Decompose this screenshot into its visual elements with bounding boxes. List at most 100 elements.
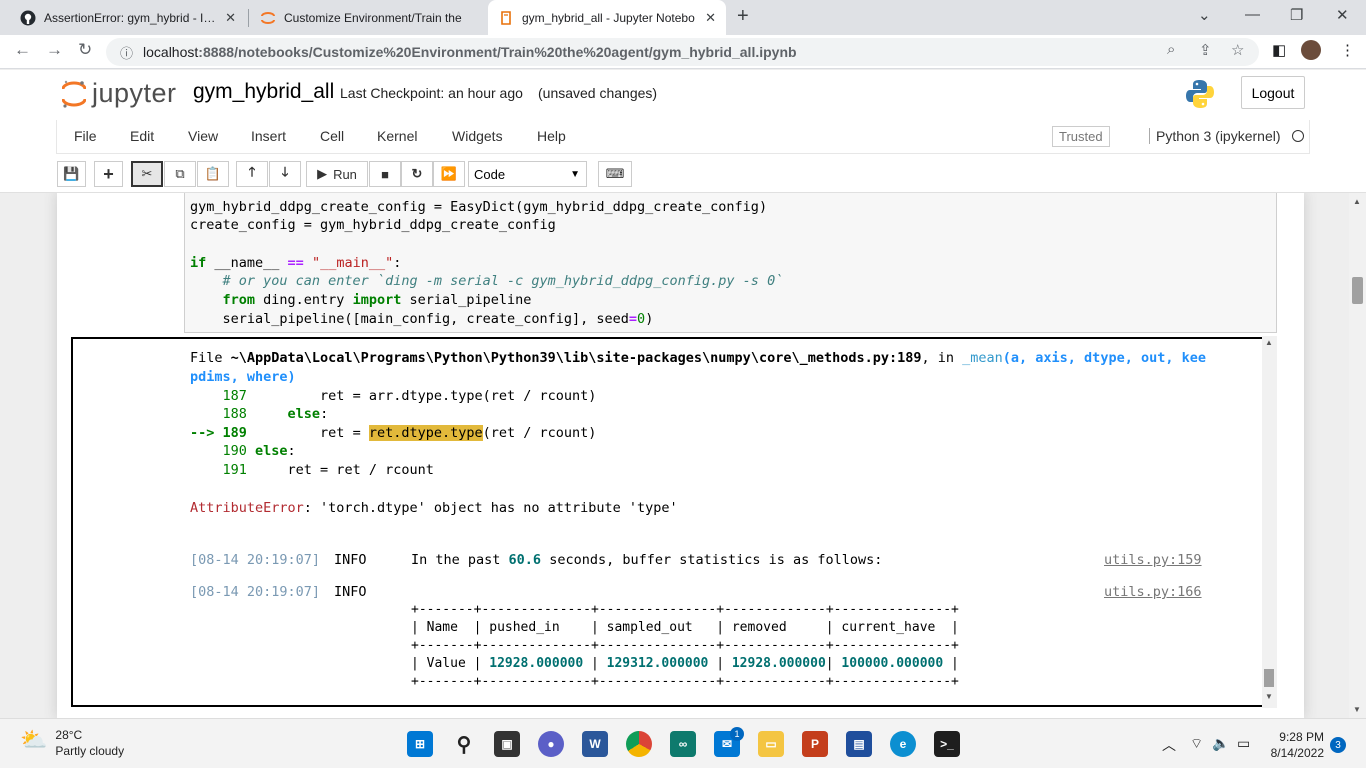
site-info-icon[interactable]: ⓘ xyxy=(120,43,133,62)
chevron-up-icon[interactable]: ︿ xyxy=(1162,735,1176,755)
close-window-icon[interactable]: ✕ xyxy=(1336,6,1349,24)
close-icon[interactable]: ✕ xyxy=(225,10,236,26)
scroll-down-arrow-icon[interactable]: ▼ xyxy=(1353,705,1361,714)
code-comment: # or you can enter `ding -m serial -c gy… xyxy=(190,273,784,289)
line-number: 190 xyxy=(222,443,247,459)
forward-arrow-icon[interactable]: → xyxy=(46,40,63,60)
menu-widgets[interactable]: Widgets xyxy=(452,128,503,144)
line-number: 187 xyxy=(222,388,247,404)
word-icon[interactable]: W xyxy=(582,731,608,757)
wifi-icon[interactable]: ⌔ xyxy=(1190,735,1203,753)
command-palette-button[interactable]: ⌨ xyxy=(598,161,632,187)
move-up-button[interactable]: 🡑 xyxy=(236,161,268,187)
tab-customize-env[interactable]: Customize Environment/Train the xyxy=(250,0,486,35)
traceback-line: 191 ret = ret / rcount xyxy=(190,462,434,478)
kernel-name: Python 3 (ipykernel) xyxy=(1149,128,1281,144)
move-down-button[interactable]: 🡓 xyxy=(269,161,301,187)
log-level: INFO xyxy=(334,552,367,568)
menu-kebab-icon[interactable]: ⋮ xyxy=(1340,41,1355,59)
play-icon: ▶ xyxy=(317,166,328,181)
new-tab-plus-icon[interactable]: + xyxy=(737,5,749,28)
scrollbar-thumb[interactable] xyxy=(1264,669,1274,687)
code-cell[interactable]: gym_hybrid_ddpg_create_config = EasyDict… xyxy=(184,193,1277,333)
notification-badge[interactable]: 3 xyxy=(1330,737,1346,753)
side-panel-icon[interactable]: ◧ xyxy=(1272,41,1286,59)
browser-toolbar: ← → ↻ ⓘ localhost:8888/notebooks/Customi… xyxy=(0,35,1366,69)
table-cell: 12928.000000 xyxy=(489,656,584,671)
checkpoint-status: Last Checkpoint: an hour ago xyxy=(340,85,523,101)
scroll-up-arrow-icon[interactable]: ▲ xyxy=(1353,197,1361,206)
windows-start-icon[interactable]: ⊞ xyxy=(407,731,433,757)
menu-file[interactable]: File xyxy=(74,128,97,144)
reload-icon[interactable]: ↻ xyxy=(78,40,92,60)
traceback-line: 190 else: xyxy=(190,443,296,459)
table-border: +-------+--------------+---------------+… xyxy=(411,638,959,653)
cell-type-select[interactable]: Code ▼ xyxy=(468,161,587,187)
close-icon[interactable]: ✕ xyxy=(705,10,716,26)
edge-icon[interactable]: e xyxy=(890,731,916,757)
tab-search-chevron-icon[interactable]: ⌄ xyxy=(1198,6,1211,24)
chat-icon[interactable]: ● xyxy=(538,731,564,757)
tab-gym-hybrid-all[interactable]: gym_hybrid_all - Jupyter Notebo ✕ xyxy=(488,0,726,35)
code-line: serial_pipeline([main_config, create_con… xyxy=(190,311,654,327)
task-view-icon[interactable]: ▣ xyxy=(494,731,520,757)
table-header: removed xyxy=(731,620,787,635)
save-button[interactable]: 💾 xyxy=(57,161,86,187)
date: 8/14/2022 xyxy=(1270,746,1324,760)
fast-forward-icon: ⏩ xyxy=(440,166,458,181)
menu-help[interactable]: Help xyxy=(537,128,566,144)
output-scrollbar[interactable]: ▲ ▼ xyxy=(1262,336,1277,708)
chrome-icon[interactable] xyxy=(626,731,652,757)
jupyter-logo[interactable]: jupyter xyxy=(62,78,177,109)
copy-button[interactable]: ⧉ xyxy=(164,161,196,187)
run-button[interactable]: ▶ Run xyxy=(306,161,368,187)
bookmark-star-icon[interactable]: ☆ xyxy=(1231,41,1244,59)
restart-button[interactable]: ↻ xyxy=(401,161,433,187)
menu-insert[interactable]: Insert xyxy=(251,128,286,144)
weather-widget[interactable]: ⛅ 28°C Partly cloudy xyxy=(20,727,124,759)
zoom-icon[interactable]: ⌕ xyxy=(1167,41,1175,58)
back-arrow-icon[interactable]: ← xyxy=(14,40,31,60)
scroll-up-arrow-icon[interactable]: ▲ xyxy=(1265,338,1273,347)
menu-edit[interactable]: Edit xyxy=(130,128,154,144)
cut-button[interactable]: ✂ xyxy=(131,161,163,187)
browser-tab-strip: AssertionError: gym_hybrid - Issu ✕ Cust… xyxy=(0,0,1366,35)
terminal-icon[interactable]: >_ xyxy=(934,731,960,757)
restore-icon[interactable]: ❐ xyxy=(1290,6,1303,24)
error-message: AttributeError: 'torch.dtype' object has… xyxy=(190,500,678,516)
store-icon[interactable]: ▤ xyxy=(846,731,872,757)
tab-github-issue[interactable]: AssertionError: gym_hybrid - Issu ✕ xyxy=(10,0,246,35)
copy-icon: ⧉ xyxy=(175,166,185,181)
page-scrollbar[interactable]: ▲ ▼ xyxy=(1349,193,1366,718)
search-icon[interactable]: ⚲ xyxy=(451,731,477,757)
app-icon[interactable]: ∞ xyxy=(670,731,696,757)
menubar: File Edit View Insert Cell Kernel Widget… xyxy=(56,120,1310,154)
notebook-name[interactable]: gym_hybrid_all xyxy=(193,80,334,104)
minimize-icon[interactable]: — xyxy=(1245,6,1260,23)
clock[interactable]: 9:28 PM 8/14/2022 xyxy=(1268,729,1324,761)
text: In the past xyxy=(411,552,509,568)
trusted-indicator[interactable]: Trusted xyxy=(1052,126,1110,147)
share-icon[interactable]: ⇪ xyxy=(1199,41,1212,59)
scroll-down-arrow-icon[interactable]: ▼ xyxy=(1265,692,1273,701)
insert-cell-button[interactable]: + xyxy=(94,161,123,187)
log-source-link[interactable]: utils.py:159 xyxy=(1104,552,1202,568)
paste-button[interactable]: 📋 xyxy=(197,161,229,187)
profile-avatar[interactable] xyxy=(1301,40,1321,60)
address-bar[interactable]: ⓘ localhost:8888/notebooks/Customize%20E… xyxy=(106,38,1259,66)
restart-run-all-button[interactable]: ⏩ xyxy=(433,161,465,187)
menu-kernel[interactable]: Kernel xyxy=(377,128,417,144)
paste-icon: 📋 xyxy=(204,166,222,181)
log-source-link[interactable]: utils.py:166 xyxy=(1104,584,1202,600)
battery-icon[interactable]: ▭ xyxy=(1237,735,1250,752)
menu-view[interactable]: View xyxy=(188,128,218,144)
interrupt-button[interactable]: ■ xyxy=(369,161,401,187)
file-explorer-icon[interactable]: ▭ xyxy=(758,731,784,757)
table-header-row: | Name | pushed_in | sampled_out | removed | curr… xyxy=(411,620,959,635)
speaker-icon[interactable]: 🔈 xyxy=(1212,735,1229,752)
logout-button[interactable]: Logout xyxy=(1241,76,1305,109)
menu-cell[interactable]: Cell xyxy=(320,128,344,144)
table-border: +-------+--------------+---------------+… xyxy=(411,602,959,617)
powerpoint-icon[interactable]: P xyxy=(802,731,828,757)
scrollbar-thumb[interactable] xyxy=(1352,277,1363,304)
